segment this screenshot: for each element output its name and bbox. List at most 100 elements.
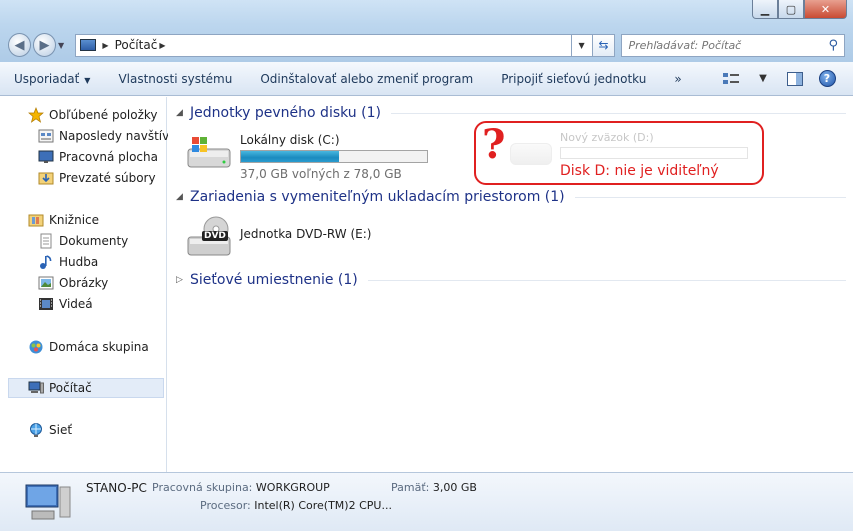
sidebar-item-music[interactable]: Hudba xyxy=(38,252,98,272)
memory-info: Pamäť: 3,00 GB xyxy=(391,481,477,494)
documents-icon xyxy=(40,233,52,249)
forward-button[interactable]: ▶ xyxy=(32,33,56,57)
sidebar-item-label: Knižnice xyxy=(49,213,100,227)
details-pane: STANO-PC Pracovná skupina: WORKGROUP Pam… xyxy=(0,472,853,531)
question-mark: ? xyxy=(482,121,506,168)
sidebar-item-label: Naposledy navštíver xyxy=(59,129,182,143)
content-pane: ◢ Jednotky pevného disku (1) Lokálny dis… xyxy=(168,97,853,472)
breadcrumb-separator[interactable]: ▶ xyxy=(159,41,165,50)
drive-info: Jednotka DVD-RW (E:) xyxy=(240,227,371,255)
sidebar-item-libraries[interactable]: Knižnice xyxy=(28,210,99,230)
map-network-drive-button[interactable]: Pripojiť sieťovú jednotku xyxy=(487,72,660,86)
address-history-dropdown[interactable]: ▼ xyxy=(571,33,593,57)
computer-name: STANO-PC xyxy=(86,481,147,495)
group-header-removable[interactable]: ◢ Zariadenia s vymeniteľným ukladacím pr… xyxy=(176,189,846,205)
search-icon[interactable]: ⚲ xyxy=(828,38,844,53)
sidebar-item-homegroup[interactable]: Domáca skupina xyxy=(28,337,149,357)
sidebar-item-label: Počítač xyxy=(49,381,92,395)
sidebar-item-recent-places[interactable]: Naposledy navštíver xyxy=(38,126,182,146)
more-commands-button[interactable]: » xyxy=(660,72,695,86)
desktop-icon xyxy=(38,150,54,163)
videos-icon xyxy=(39,298,53,310)
drive-info: Lokálny disk (C:) 37,0 GB voľných z 78,0… xyxy=(240,133,428,181)
preview-pane-shape xyxy=(787,71,803,86)
view-list-icon xyxy=(723,72,739,84)
workgroup-value: WORKGROUP xyxy=(255,481,330,494)
drive-item-e[interactable]: DVD Jednotka DVD-RW (E:) xyxy=(186,215,371,256)
sidebar-item-label: Hudba xyxy=(59,255,99,269)
sidebar-item-label: Obrázky xyxy=(59,276,109,290)
sidebar-item-computer[interactable]: Počítač xyxy=(8,378,164,398)
window-controls: ▁ ▢ ✕ xyxy=(752,0,847,19)
sidebar-item-documents[interactable]: Dokumenty xyxy=(38,231,128,251)
organize-button[interactable]: Usporiadať ▼ xyxy=(0,72,104,86)
recent-pages-dropdown[interactable]: ▼ xyxy=(58,41,69,50)
window-chrome: ▁ ▢ ✕ ◀ ▶ ▼ ▶ Počítač ▶ ▼ ⇆ ⚲ xyxy=(0,0,853,62)
group-title: Jednotky pevného disku (1) xyxy=(190,105,381,121)
sidebar-item-desktop[interactable]: Pracovná plocha xyxy=(38,147,158,167)
group-header-hard-disks[interactable]: ◢ Jednotky pevného disku (1) xyxy=(176,105,846,121)
computer-icon xyxy=(28,381,44,394)
group-title: Zariadenia s vymeniteľným ukladacím prie… xyxy=(190,189,565,205)
sidebar-item-pictures[interactable]: Obrázky xyxy=(38,273,108,293)
expand-arrow-icon[interactable]: ▷ xyxy=(176,275,184,285)
sidebar-item-label: Obľúbené položky xyxy=(49,108,158,122)
libraries-icon xyxy=(28,214,44,227)
sidebar-item-favorites[interactable]: Obľúbené položky xyxy=(28,105,158,125)
hard-disk-icon xyxy=(510,143,552,165)
dvd-badge: DVD xyxy=(202,231,228,241)
downloads-folder-icon xyxy=(38,172,54,185)
drive-item-c[interactable]: Lokálny disk (C:) 37,0 GB voľných z 78,0… xyxy=(186,131,428,181)
memory-label: Pamäť: xyxy=(391,481,430,494)
workgroup-info: Pracovná skupina: WORKGROUP xyxy=(152,481,330,494)
sidebar-item-label: Prevzaté súbory xyxy=(59,171,156,185)
navigation-pane: Obľúbené položky Naposledy navštíver Pra… xyxy=(0,97,182,472)
change-view-icon[interactable] xyxy=(721,70,741,88)
maximize-button[interactable]: ▢ xyxy=(778,0,804,19)
view-controls: ▼ ? xyxy=(709,70,853,88)
minimize-button[interactable]: ▁ xyxy=(752,0,778,19)
collapse-arrow-icon[interactable]: ◢ xyxy=(176,108,184,118)
group-header-network-locations[interactable]: ▷ Sieťové umiestnenie (1) xyxy=(176,272,846,288)
breadcrumb-computer[interactable]: Počítač xyxy=(115,38,158,52)
capacity-bar xyxy=(240,150,428,163)
ghost-capacity-bar xyxy=(560,147,748,159)
star-icon xyxy=(28,107,44,123)
group-title: Sieťové umiestnenie (1) xyxy=(190,272,358,288)
sidebar-item-downloads[interactable]: Prevzaté súbory xyxy=(38,168,156,188)
address-bar[interactable]: ▶ Počítač ▶ xyxy=(75,33,572,57)
close-button[interactable]: ✕ xyxy=(804,0,847,19)
network-icon xyxy=(30,423,42,437)
back-button[interactable]: ◀ xyxy=(8,33,31,57)
organize-label: Usporiadať xyxy=(14,71,80,86)
sidebar-item-videos[interactable]: Videá xyxy=(38,294,93,314)
search-box[interactable]: ⚲ xyxy=(621,33,846,57)
search-input[interactable] xyxy=(628,38,829,52)
annotation-missing-drive: ? Nový zväzok (D:) Disk D: nie je vidite… xyxy=(474,121,764,185)
drive-name: Jednotka DVD-RW (E:) xyxy=(240,227,372,241)
uninstall-program-button[interactable]: Odinštalovať alebo zmeniť program xyxy=(246,72,487,86)
collapse-arrow-icon[interactable]: ◢ xyxy=(176,192,184,202)
group-divider xyxy=(574,196,846,198)
workgroup-label: Pracovná skupina: xyxy=(152,481,253,494)
sidebar-item-label: Domáca skupina xyxy=(49,340,149,354)
navigation-row: ◀ ▶ ▼ ▶ Počítač ▶ ▼ ⇆ ⚲ xyxy=(8,32,846,58)
breadcrumb-separator[interactable]: ▶ xyxy=(102,41,108,50)
refresh-button[interactable]: ⇆ xyxy=(592,33,616,57)
ghost-drive-name: Nový zväzok (D:) xyxy=(560,131,654,144)
sidebar-item-network[interactable]: Sieť xyxy=(28,420,72,440)
chevron-down-icon: ▼ xyxy=(84,75,91,85)
dvd-drive-icon: DVD xyxy=(186,215,234,256)
system-properties-button[interactable]: Vlastnosti systému xyxy=(104,72,246,86)
hard-disk-icon xyxy=(186,131,234,171)
drive-free-space: 37,0 GB voľných z 78,0 GB xyxy=(240,167,402,181)
sidebar-item-label: Videá xyxy=(59,297,93,311)
help-button[interactable]: ? xyxy=(817,70,837,88)
sidebar-item-label: Dokumenty xyxy=(59,234,129,248)
group-divider xyxy=(390,112,846,114)
homegroup-icon xyxy=(29,340,43,354)
preview-pane-icon[interactable] xyxy=(785,70,805,88)
help-icon: ? xyxy=(818,70,836,87)
processor-info: Procesor: Intel(R) Core(TM)2 CPU... xyxy=(200,499,392,512)
view-options-dropdown[interactable]: ▼ xyxy=(753,70,773,88)
